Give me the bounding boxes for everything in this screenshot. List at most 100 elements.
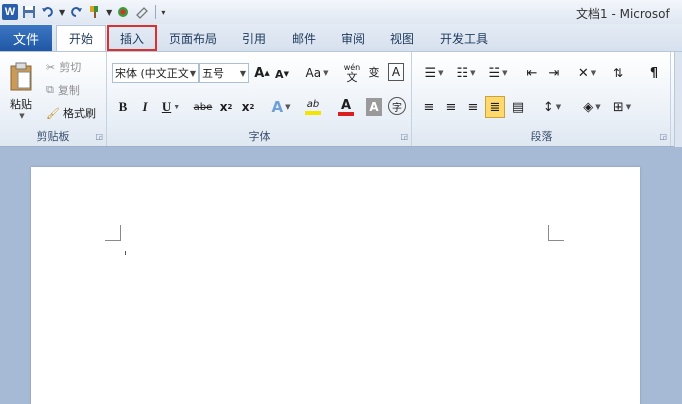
change-case-button[interactable]: Aa ▼ (303, 64, 331, 82)
bullets-button[interactable]: ☰ ▼ (421, 64, 447, 82)
text-effects-icon: A (271, 98, 284, 116)
align-right-icon: ≡ (467, 99, 479, 115)
paragraph-group-label: 段落 (530, 130, 553, 143)
font-color-bar (338, 111, 354, 116)
document-page[interactable] (31, 167, 640, 404)
paste-dropdown-icon[interactable]: ▼ (19, 112, 24, 120)
format-painter-dropdown-icon[interactable]: ▼ (106, 8, 112, 17)
show-marks-button[interactable]: ¶ (645, 64, 663, 82)
quick-access-toolbar: W ▼ ▼ ▾ (2, 2, 165, 22)
text-effects-dropdown-icon[interactable]: ▼ (285, 103, 290, 111)
align-center-button[interactable]: ≡ (443, 98, 459, 116)
italic-button[interactable]: I (138, 98, 152, 116)
tab-insert[interactable]: 插入 (107, 25, 157, 51)
enclose-characters-button[interactable]: 字 (388, 97, 406, 115)
color-circle-icon[interactable] (115, 4, 131, 20)
distributed-button[interactable]: ▤ (510, 98, 526, 116)
chinese-layout-dropdown-icon[interactable]: ▼ (591, 69, 596, 77)
text-effects-button[interactable]: A ▼ (268, 97, 294, 117)
increase-indent-button[interactable]: ⇥ (545, 64, 563, 82)
phonetic-guide-icon: 文 (346, 71, 358, 84)
shading-dropdown-icon[interactable]: ▼ (595, 103, 600, 111)
font-color-icon: A (340, 97, 352, 113)
sort-icon: ⇅ (612, 66, 624, 80)
paragraph-launcher-icon[interactable]: ◲ (659, 132, 667, 141)
tab-page-layout[interactable]: 页面布局 (162, 25, 224, 51)
scissors-icon: ✂ (46, 60, 56, 74)
window-title: 文档1 - Microsof (576, 7, 670, 21)
font-group: 宋体 (中文正文 ▼ 五号 ▼ A ▲ A ▼ Aa ▼ wén 文 变 A B I U… (108, 52, 412, 146)
justify-button[interactable]: ≣ (485, 96, 505, 118)
chinese-layout-button[interactable]: ✕ ▼ (573, 64, 601, 82)
format-painter-qat-icon[interactable] (87, 4, 103, 20)
cut-button[interactable]: ✂ 剪切 (46, 59, 81, 75)
eraser-icon[interactable] (134, 4, 150, 20)
bullets-dropdown-icon[interactable]: ▼ (438, 69, 443, 77)
line-spacing-button[interactable]: ↕ ▼ (539, 98, 565, 116)
numbering-dropdown-icon[interactable]: ▼ (470, 69, 475, 77)
change-case-icon: Aa (305, 66, 322, 80)
numbering-icon: ☷ (456, 65, 469, 81)
phonetic-char-button[interactable]: 变 (366, 63, 382, 81)
numbering-button[interactable]: ☷ ▼ (453, 64, 479, 82)
underline-button[interactable]: U ▼ (160, 98, 182, 116)
borders-icon: ⊞ (612, 99, 624, 115)
subscript-icon: x (219, 100, 228, 114)
undo-dropdown-icon[interactable]: ▼ (59, 8, 65, 17)
paste-icon (10, 62, 32, 91)
tab-references[interactable]: 引用 (234, 25, 274, 51)
grow-font-icon: A (254, 65, 265, 81)
shading-button[interactable]: ◈ ▼ (579, 98, 605, 116)
multilevel-dropdown-icon[interactable]: ▼ (502, 69, 507, 77)
tab-home[interactable]: 开始 (56, 25, 106, 51)
word-logo-icon[interactable]: W (2, 4, 18, 20)
tab-review[interactable]: 审阅 (333, 25, 373, 51)
line-spacing-dropdown-icon[interactable]: ▼ (556, 103, 561, 111)
save-icon[interactable] (21, 4, 37, 20)
font-name-combo[interactable]: 宋体 (中文正文 ▼ (112, 63, 199, 83)
bold-button[interactable]: B (116, 98, 130, 116)
multilevel-list-icon: ☱ (488, 65, 501, 81)
align-right-button[interactable]: ≡ (465, 98, 481, 116)
shrink-font-button[interactable]: A ▼ (274, 66, 290, 82)
decrease-indent-icon: ⇤ (526, 65, 538, 81)
superscript-button[interactable]: x2 (240, 98, 256, 116)
align-left-button[interactable]: ≡ (421, 98, 437, 116)
subscript-button[interactable]: x2 (218, 98, 234, 116)
ribbon: 粘贴 ▼ ✂ 剪切 ⧉ 复制 🖌 格式刷 剪贴板 ◲ 宋体 (中文正文 ▼ 五号… (0, 51, 682, 148)
paint-bucket-icon: ◈ (583, 99, 594, 115)
increase-indent-icon: ⇥ (548, 65, 560, 81)
strikethrough-button[interactable]: abe (192, 99, 214, 115)
underline-icon: U (161, 99, 172, 114)
customize-qat-icon[interactable]: ▾ (161, 8, 165, 17)
copy-button[interactable]: ⧉ 复制 (46, 82, 80, 98)
highlight-button[interactable]: ab (298, 97, 328, 117)
borders-button[interactable]: ⊞ ▼ (609, 98, 635, 116)
font-color-button[interactable]: A (332, 97, 360, 117)
font-size-combo[interactable]: 五号 ▼ (199, 63, 249, 83)
borders-dropdown-icon[interactable]: ▼ (626, 103, 631, 111)
phonetic-guide-button[interactable]: wén 文 (343, 63, 361, 83)
paste-button[interactable]: 粘贴 ▼ (4, 56, 38, 126)
clipboard-launcher-icon[interactable]: ◲ (95, 132, 103, 141)
underline-dropdown-icon[interactable]: ▼ (173, 103, 180, 111)
undo-icon[interactable] (40, 4, 56, 20)
align-center-icon: ≡ (445, 99, 457, 115)
character-shading-button[interactable]: A (366, 98, 382, 116)
font-name-dropdown-icon[interactable]: ▼ (190, 69, 196, 78)
grow-font-button[interactable]: A ▲ (254, 64, 270, 82)
tab-file[interactable]: 文件 (0, 25, 52, 51)
tab-developer[interactable]: 开发工具 (432, 25, 496, 51)
decrease-indent-button[interactable]: ⇤ (523, 64, 541, 82)
format-painter-button[interactable]: 🖌 格式刷 (46, 105, 96, 121)
multilevel-list-button[interactable]: ☱ ▼ (485, 64, 511, 82)
paste-label: 粘贴 (10, 98, 32, 111)
tab-view[interactable]: 视图 (382, 25, 422, 51)
character-border-button[interactable]: A (388, 63, 404, 81)
tab-mailings[interactable]: 邮件 (284, 25, 324, 51)
crop-mark-right (548, 225, 564, 241)
font-size-dropdown-icon[interactable]: ▼ (240, 69, 246, 78)
sort-button[interactable]: ⇅ (609, 64, 627, 82)
font-launcher-icon[interactable]: ◲ (400, 132, 408, 141)
redo-icon[interactable] (68, 4, 84, 20)
